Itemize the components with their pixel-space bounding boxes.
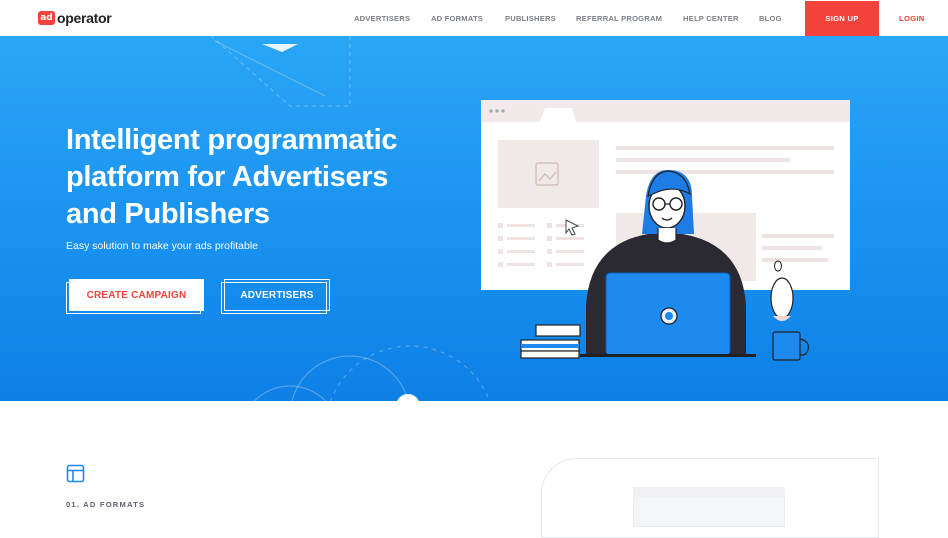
- hero-illustration: [481, 100, 850, 361]
- nav-blog[interactable]: BLOG: [759, 14, 782, 23]
- logo-text: operator: [57, 10, 112, 26]
- logo-mark: ad: [38, 11, 55, 25]
- signup-button[interactable]: SIGN UP: [805, 1, 879, 36]
- nav-help-center[interactable]: HELP CENTER: [683, 14, 739, 23]
- layout-icon: [66, 464, 85, 483]
- section-label: 01. AD FORMATS: [66, 500, 146, 509]
- hero-section: Intelligent programmatic platform for Ad…: [0, 36, 948, 401]
- nav-referral-program[interactable]: REFERRAL PROGRAM: [576, 14, 662, 23]
- ad-format-preview-bar: [633, 487, 785, 497]
- top-navbar: ad operator ADVERTISERS AD FORMATS PUBLI…: [0, 0, 948, 36]
- nav-advertisers[interactable]: ADVERTISERS: [354, 14, 410, 23]
- nav-ad-formats[interactable]: AD FORMATS: [431, 14, 483, 23]
- logo[interactable]: ad operator: [38, 10, 112, 26]
- nav-publishers[interactable]: PUBLISHERS: [505, 14, 556, 23]
- login-link[interactable]: LOGIN: [899, 14, 925, 23]
